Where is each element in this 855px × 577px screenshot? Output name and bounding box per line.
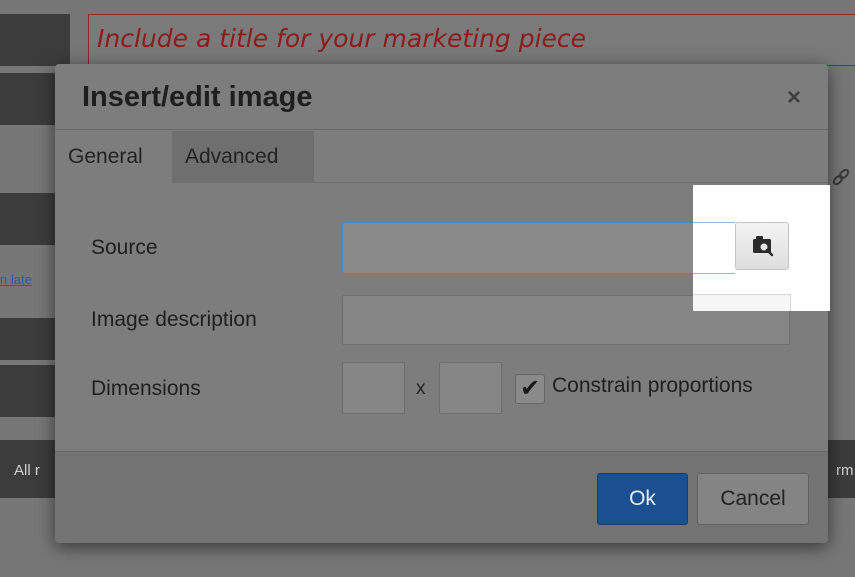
source-input[interactable] (342, 222, 734, 274)
description-input-highlighted-end (693, 294, 791, 311)
source-label: Source (91, 236, 158, 259)
background-block (0, 365, 55, 417)
dimensions-label: Dimensions (91, 377, 201, 400)
background-title-field: Include a title for your marketing piece (88, 14, 855, 66)
background-footer-text: All r (14, 462, 40, 479)
source-input-highlighted-end (693, 222, 735, 274)
tab-general[interactable]: General (55, 131, 172, 183)
close-icon[interactable]: × (784, 86, 804, 110)
background-block (0, 318, 55, 360)
constrain-proportions-checkbox[interactable]: ✔ (515, 374, 545, 404)
background-block (0, 193, 55, 245)
image-browse-icon (753, 236, 774, 257)
background-title-placeholder: Include a title for your marketing piece (97, 24, 587, 53)
background-block (0, 73, 55, 125)
ok-button[interactable]: Ok (597, 473, 688, 525)
tab-advanced[interactable]: Advanced (172, 131, 314, 183)
dialog-title: Insert/edit image (82, 81, 313, 113)
constrain-proportions-label: Constrain proportions (552, 374, 753, 397)
background-link: n late (0, 272, 32, 287)
dialog-header: Insert/edit image × (55, 64, 828, 130)
cancel-button[interactable]: Cancel (697, 473, 809, 525)
height-input[interactable] (439, 362, 502, 414)
dimensions-separator: x (416, 378, 426, 399)
background-footer-text-right: rm (836, 462, 854, 479)
dialog-footer: Ok Cancel (55, 451, 828, 543)
background-block (0, 14, 70, 66)
link-chain-icon (832, 168, 850, 186)
width-input[interactable] (342, 362, 405, 414)
image-description-label: Image description (91, 308, 257, 331)
dialog-tabs: General Advanced (55, 131, 828, 183)
checkmark-icon: ✔ (519, 375, 541, 402)
highlight-spotlight (693, 185, 830, 311)
browse-image-button[interactable] (735, 222, 789, 270)
